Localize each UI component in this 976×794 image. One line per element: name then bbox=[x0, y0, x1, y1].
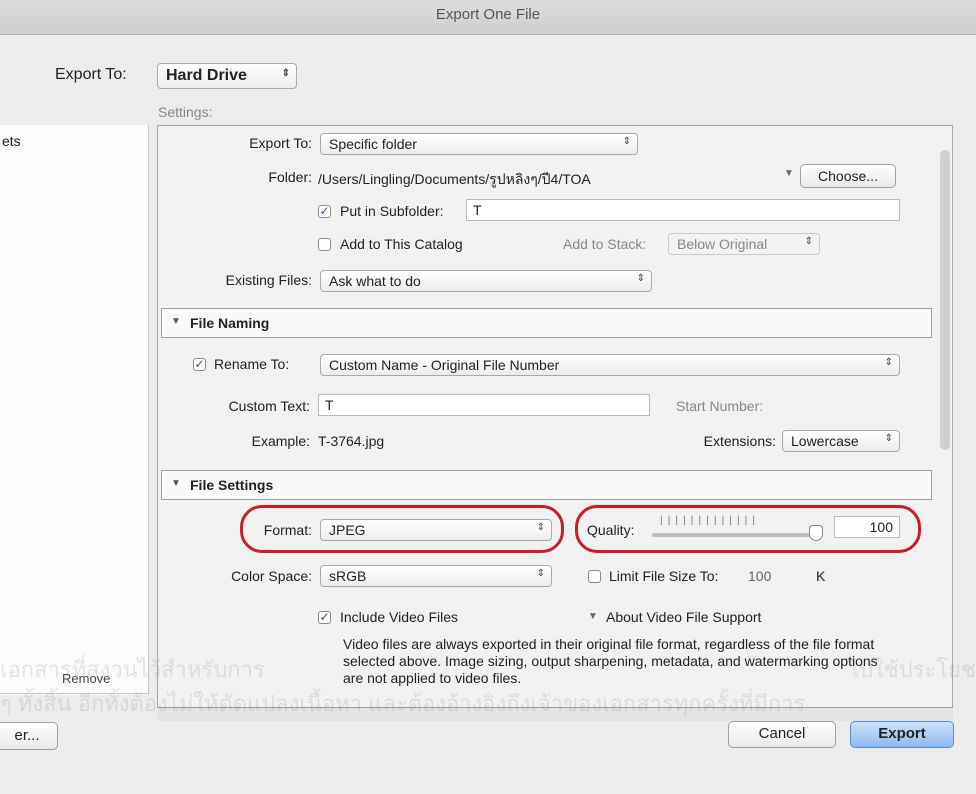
limit-size-label: Limit File Size To: bbox=[609, 568, 719, 584]
example-label: Example: bbox=[251, 433, 310, 449]
popup-arrows-icon: ⇕ bbox=[884, 357, 893, 368]
limit-size-input[interactable]: 100 bbox=[748, 568, 771, 584]
add-stack-label: Add to Stack: bbox=[563, 236, 647, 252]
extensions-popup[interactable]: Lowercase ⇕ bbox=[782, 430, 900, 452]
popup-arrows-icon: ⇕ bbox=[636, 273, 645, 284]
popup-arrows-icon: ⇕ bbox=[622, 136, 631, 147]
popup-arrows-icon: ⇕ bbox=[884, 433, 893, 444]
preset-sidebar bbox=[0, 125, 149, 695]
file-settings-header[interactable]: ▼ File Settings bbox=[161, 470, 932, 500]
add-stack-popup[interactable]: Below Original ⇕ bbox=[668, 233, 820, 255]
cancel-button[interactable]: Cancel bbox=[728, 721, 836, 748]
settings-label: Settings: bbox=[158, 104, 213, 120]
color-space-value: sRGB bbox=[329, 568, 367, 584]
rename-value: Custom Name - Original File Number bbox=[329, 357, 560, 373]
watermark-line-1: เอกสารที่สงวนไว้สำหรับการ ไปใช้ประโยชน์ bbox=[0, 652, 976, 687]
disclosure-triangle-icon: ▼ bbox=[171, 478, 181, 489]
existing-files-value: Ask what to do bbox=[329, 273, 421, 289]
about-video-disclosure-icon[interactable]: ▼ bbox=[588, 611, 598, 622]
about-video-label[interactable]: About Video File Support bbox=[606, 609, 761, 625]
quality-highlight-oval bbox=[575, 505, 921, 553]
popup-arrows-icon: ⇕ bbox=[281, 68, 290, 79]
disclosure-triangle-icon: ▼ bbox=[171, 316, 181, 327]
color-space-label: Color Space: bbox=[231, 568, 312, 584]
existing-files-label: Existing Files: bbox=[225, 272, 312, 288]
rename-label: Rename To: bbox=[214, 356, 290, 372]
extensions-value: Lowercase bbox=[791, 433, 859, 449]
watermark-text-1b: ไปใช้ประโยชน์ bbox=[848, 657, 976, 682]
title-bar: Export One File bbox=[0, 0, 976, 35]
location-export-to-value: Specific folder bbox=[329, 136, 417, 152]
folder-path: /Users/Lingling/Documents/รูปหลิงๆ/ปี4/T… bbox=[318, 171, 591, 187]
custom-text-label: Custom Text: bbox=[228, 398, 310, 414]
limit-size-checkbox[interactable] bbox=[588, 570, 601, 583]
export-to-popup[interactable]: Hard Drive ⇕ bbox=[157, 63, 297, 89]
folder-label: Folder: bbox=[268, 169, 312, 185]
choose-button[interactable]: Choose... bbox=[800, 164, 896, 188]
extensions-label: Extensions: bbox=[703, 433, 776, 449]
file-naming-header[interactable]: ▼ File Naming bbox=[161, 308, 932, 338]
location-export-to-popup[interactable]: Specific folder ⇕ bbox=[320, 133, 638, 155]
watermark-text-1a: เอกสารที่สงวนไว้สำหรับการ bbox=[0, 657, 265, 682]
export-button[interactable]: Export bbox=[850, 721, 954, 748]
rename-popup[interactable]: Custom Name - Original File Number ⇕ bbox=[320, 354, 900, 376]
export-to-value: Hard Drive bbox=[166, 67, 247, 84]
location-export-to-label: Export To: bbox=[249, 135, 312, 151]
subfolder-checkbox[interactable]: ✓ bbox=[318, 205, 331, 218]
add-stack-value: Below Original bbox=[677, 236, 768, 252]
window-title: Export One File bbox=[435, 6, 541, 23]
include-video-checkbox[interactable]: ✓ bbox=[318, 611, 331, 624]
add-catalog-label: Add to This Catalog bbox=[340, 236, 463, 252]
file-settings-title: File Settings bbox=[190, 477, 274, 493]
color-space-popup[interactable]: sRGB ⇕ bbox=[320, 565, 552, 587]
export-to-label: Export To: bbox=[55, 66, 127, 83]
plugin-manager-button[interactable]: er... bbox=[0, 722, 58, 750]
example-value: T-3764.jpg bbox=[318, 433, 385, 449]
watermark-line-2: ๆ ทั้งสิ้น อีกทั้งต้องไม่ให้ดัดแปลงเนื้อ… bbox=[0, 691, 806, 716]
popup-arrows-icon: ⇕ bbox=[804, 236, 813, 247]
limit-size-unit: K bbox=[816, 568, 826, 584]
popup-arrows-icon: ⇕ bbox=[536, 568, 545, 579]
subfolder-input[interactable]: T bbox=[466, 199, 900, 221]
panel-scrollbar[interactable] bbox=[940, 150, 950, 450]
subfolder-label: Put in Subfolder: bbox=[340, 203, 444, 219]
custom-text-input[interactable]: T bbox=[318, 394, 650, 416]
existing-files-popup[interactable]: Ask what to do ⇕ bbox=[320, 270, 652, 292]
sidebar-item-presets[interactable]: ets bbox=[2, 133, 21, 149]
add-catalog-checkbox[interactable] bbox=[318, 238, 331, 251]
include-video-label: Include Video Files bbox=[340, 609, 459, 625]
file-naming-title: File Naming bbox=[190, 315, 270, 331]
start-number-label: Start Number: bbox=[676, 398, 764, 414]
rename-checkbox[interactable]: ✓ bbox=[193, 358, 206, 371]
recent-folders-arrow-icon[interactable]: ▼ bbox=[784, 168, 794, 179]
format-highlight-oval bbox=[240, 505, 564, 553]
